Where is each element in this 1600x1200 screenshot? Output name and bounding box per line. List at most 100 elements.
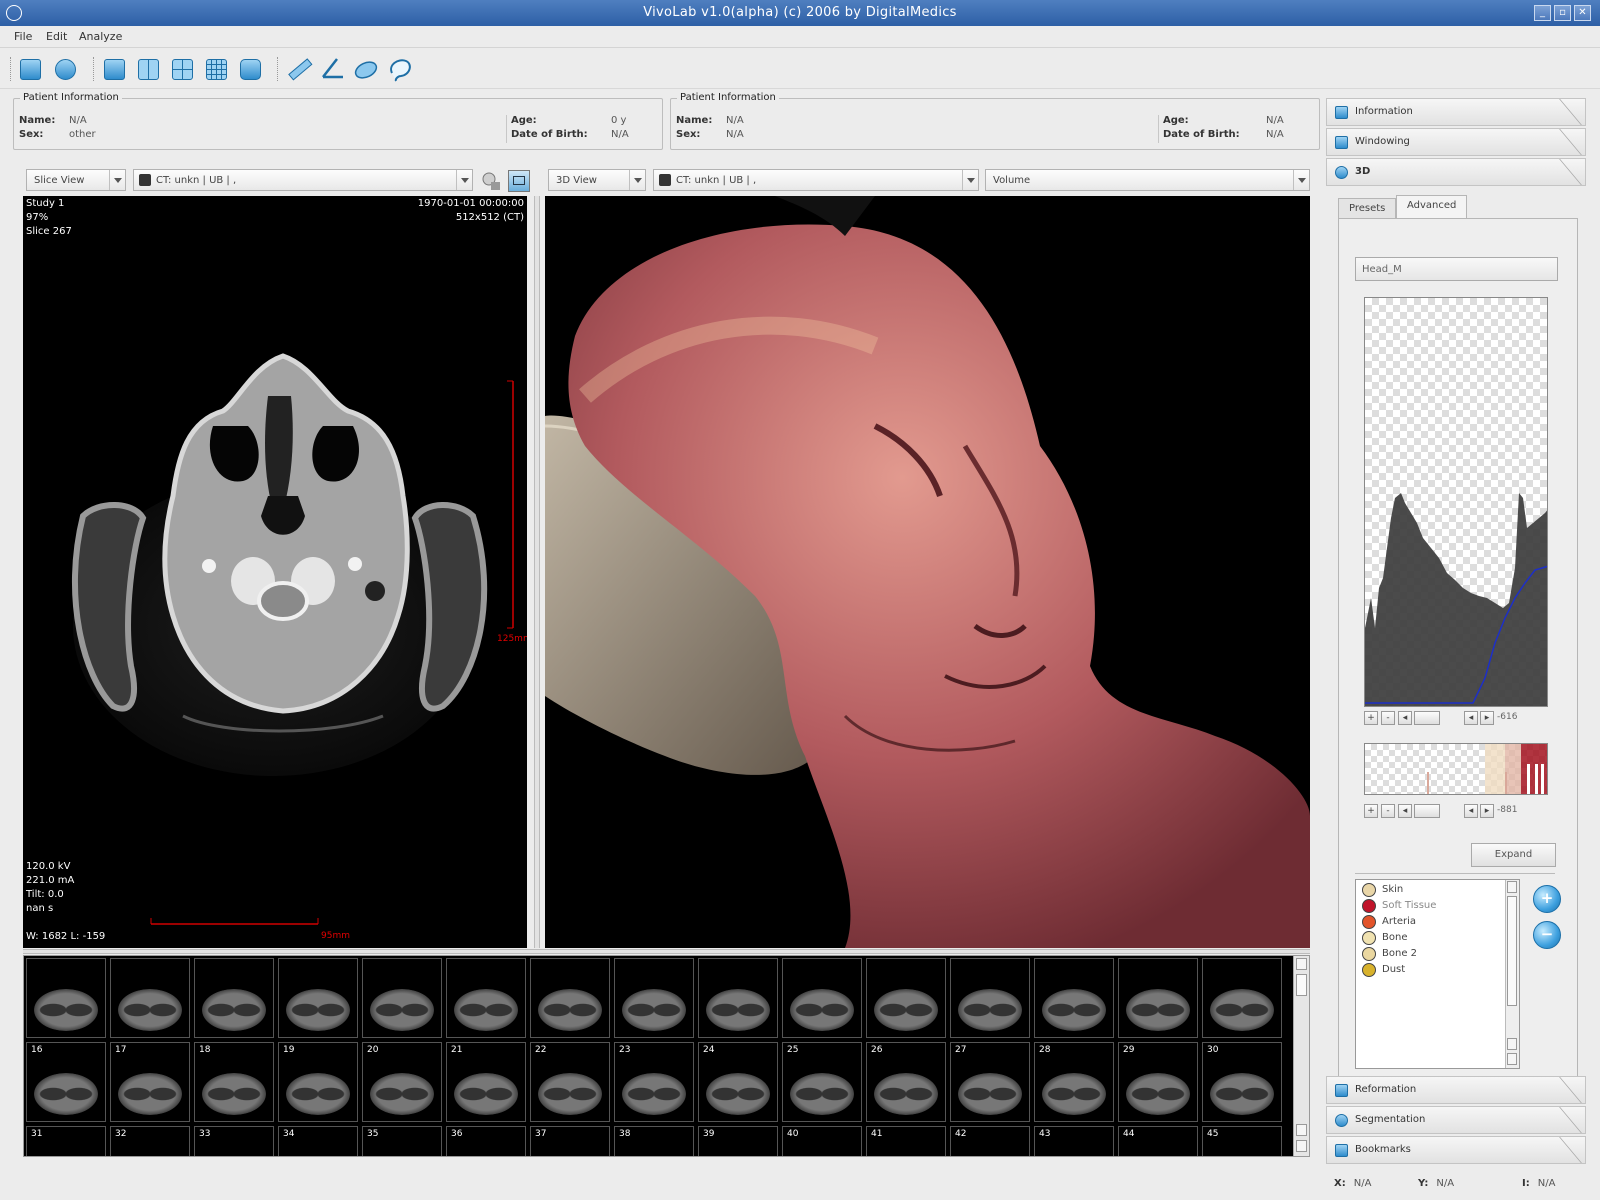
open-button[interactable] [16,55,44,83]
thumbnail[interactable]: 36 [446,1126,526,1156]
thumbnail[interactable]: 28 [1034,1042,1114,1122]
scroll-left-button[interactable]: ◂ [1398,804,1412,818]
thumbnail[interactable] [698,958,778,1038]
add-tissue-button[interactable]: + [1533,885,1561,913]
thumbnail[interactable] [110,958,190,1038]
scroll-up-icon[interactable] [1507,881,1517,893]
range-slider[interactable] [1414,804,1440,818]
thumbnail[interactable]: 45 [1202,1126,1282,1156]
thumbnail[interactable]: 23 [614,1042,694,1122]
slice-viewport[interactable]: Study 1 97% Slice 267 1970-01-01 00:00:0… [23,196,527,948]
screenshot-button[interactable] [508,170,530,192]
color-transfer-bar[interactable] [1364,743,1548,795]
scroll-up-icon[interactable] [1296,1124,1307,1136]
thumbnail[interactable]: 35 [362,1126,442,1156]
angle-button[interactable] [319,55,347,83]
thumbnail[interactable] [362,958,442,1038]
3d-view-button[interactable] [236,55,264,83]
open-cd-button[interactable] [51,55,79,83]
thumbnail[interactable]: 26 [866,1042,946,1122]
chevron-down-icon[interactable] [1293,170,1309,190]
thumbnail[interactable] [446,958,526,1038]
thumbnail[interactable] [26,958,106,1038]
scroll-thumb[interactable] [1507,896,1517,1006]
thumbnail[interactable] [950,958,1030,1038]
thumbnail-scrollbar[interactable] [1293,956,1309,1156]
3d-viewport[interactable] [545,196,1310,948]
maximize-icon[interactable]: ▫ [1554,5,1571,21]
thumbnail[interactable]: 39 [698,1126,778,1156]
layout-1x2-button[interactable] [134,55,162,83]
chevron-down-icon[interactable] [962,170,978,190]
thumbnail[interactable]: 44 [1118,1126,1198,1156]
thumbnail[interactable] [614,958,694,1038]
tab-presets[interactable]: Presets [1338,198,1397,218]
thumbnail[interactable]: 27 [950,1042,1030,1122]
thumbnail[interactable]: 24 [698,1042,778,1122]
minimize-icon[interactable]: _ [1534,5,1551,21]
thumbnail[interactable]: 21 [446,1042,526,1122]
section-segmentation[interactable]: Segmentation [1326,1106,1586,1134]
close-icon[interactable]: ✕ [1574,5,1591,21]
menu-analyze[interactable]: Analyze [79,30,122,43]
thumbnail[interactable]: 38 [614,1126,694,1156]
thumbnail[interactable]: 31 [26,1126,106,1156]
histogram-transfer-function[interactable] [1364,297,1548,707]
thumbnail[interactable]: 29 [1118,1042,1198,1122]
scroll-left-button[interactable]: ◂ [1398,711,1412,725]
thumbnail[interactable]: 43 [1034,1126,1114,1156]
thumbnail[interactable]: 20 [362,1042,442,1122]
preset-name-field[interactable] [1355,257,1558,281]
thumbnail[interactable] [278,958,358,1038]
chevron-down-icon[interactable] [109,170,125,190]
thumbnail[interactable]: 37 [530,1126,610,1156]
zoom-in-button[interactable]: + [1364,711,1378,725]
thumbnail[interactable]: 33 [194,1126,274,1156]
scroll-down-icon[interactable] [1507,1053,1517,1065]
zoom-in-button[interactable]: + [1364,804,1378,818]
thumbnail[interactable]: 16 [26,1042,106,1122]
series-select-left[interactable]: CT: unkn | UB | , [133,169,473,191]
menu-edit[interactable]: Edit [46,30,67,43]
ruler-button[interactable] [286,55,314,83]
view-type-select-left[interactable]: Slice View [26,169,126,191]
tissue-list[interactable]: Skin Soft Tissue Arteria Bone Bone 2 Dus… [1355,879,1520,1069]
chevron-down-icon[interactable] [629,170,645,190]
section-windowing[interactable]: Windowing [1326,128,1586,156]
thumbnail[interactable]: 22 [530,1042,610,1122]
scroll-up-icon[interactable] [1507,1038,1517,1050]
zoom-out-button[interactable]: - [1381,711,1395,725]
thumbnail[interactable]: 41 [866,1126,946,1156]
zoom-out-button[interactable]: - [1381,804,1395,818]
layout-single-button[interactable] [100,55,128,83]
scroll-right-button[interactable]: ▸ [1480,804,1494,818]
section-3d[interactable]: 3D [1326,158,1586,186]
view-type-select-right[interactable]: 3D View [548,169,646,191]
lasso-button[interactable] [386,55,414,83]
thumbnail[interactable]: 32 [110,1126,190,1156]
scroll-down-icon[interactable] [1296,1140,1307,1152]
scroll-left-button[interactable]: ◂ [1464,804,1478,818]
scroll-left-button[interactable]: ◂ [1464,711,1478,725]
segment-button[interactable] [352,55,380,83]
horizontal-splitter[interactable] [23,949,1310,954]
thumbnail[interactable]: 40 [782,1126,862,1156]
thumbnail[interactable] [1034,958,1114,1038]
scroll-thumb[interactable] [1296,974,1307,996]
scroll-right-button[interactable]: ▸ [1480,711,1494,725]
tab-advanced[interactable]: Advanced [1396,195,1468,218]
sync-button[interactable] [480,170,502,192]
range-slider[interactable] [1414,711,1440,725]
scroll-up-icon[interactable] [1296,958,1307,970]
thumbnail[interactable]: 18 [194,1042,274,1122]
thumbnail[interactable] [866,958,946,1038]
thumbnail[interactable]: 25 [782,1042,862,1122]
layout-grid-button[interactable] [202,55,230,83]
thumbnail[interactable] [782,958,862,1038]
expand-button[interactable]: Expand [1471,843,1556,867]
section-bookmarks[interactable]: Bookmarks [1326,1136,1586,1164]
thumbnail[interactable]: 34 [278,1126,358,1156]
thumbnail[interactable] [194,958,274,1038]
menu-file[interactable]: File [14,30,32,43]
vertical-splitter[interactable] [534,196,540,948]
